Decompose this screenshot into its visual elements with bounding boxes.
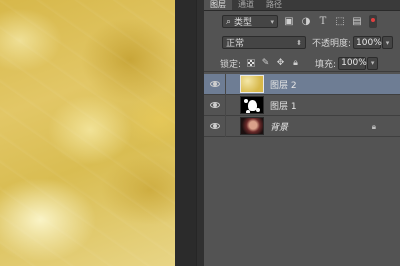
- lock-icon: 🔒︎: [371, 122, 376, 131]
- canvas-texture: [0, 0, 175, 266]
- chevron-down-icon: ▾: [370, 59, 375, 67]
- opacity-dropdown-button[interactable]: ▾: [382, 36, 394, 49]
- fill-input[interactable]: 100%: [338, 56, 367, 70]
- eye-icon: [209, 81, 220, 87]
- layers-panel: 图层 通道 路径 ⌕ 类型 ▾ ▣ ◑ T ⬚ ▤ 正常 ⬍ 不透明度: 100…: [204, 0, 400, 266]
- opacity-label: 不透明度:: [312, 39, 352, 49]
- panel-edge[interactable]: [196, 0, 204, 266]
- layer-filter-row: ⌕ 类型 ▾ ▣ ◑ T ⬚ ▤: [204, 13, 400, 30]
- fill-value: 100%: [341, 58, 367, 68]
- layer-row-1[interactable]: 图层 1: [204, 94, 400, 116]
- chevron-down-icon: ▾: [385, 38, 390, 47]
- layer-thumbnail: [240, 96, 264, 114]
- blend-row: 正常 ⬍ 不透明度: 100% ▾: [204, 34, 400, 51]
- lock-transparent-icon[interactable]: [245, 58, 256, 69]
- adjustment-icon[interactable]: ◑: [300, 16, 312, 27]
- tab-layers[interactable]: 图层: [204, 0, 232, 10]
- tab-channels[interactable]: 通道: [232, 0, 260, 10]
- fill-dropdown-button[interactable]: ▾: [367, 56, 379, 70]
- image-icon[interactable]: ▣: [283, 16, 295, 27]
- panel-divider: [175, 0, 204, 266]
- eye-icon: [209, 123, 220, 129]
- lock-position-icon[interactable]: ✥: [275, 58, 286, 69]
- layer-thumbnail: [240, 117, 264, 135]
- document-canvas[interactable]: [0, 0, 175, 266]
- eye-icon: [209, 102, 220, 108]
- layer-row-background[interactable]: 背景 🔒︎: [204, 115, 400, 137]
- lock-row: 锁定: ✎ ✥ 🔒︎ 填充: 100% ▾: [204, 55, 400, 72]
- lock-label: 锁定:: [220, 59, 242, 70]
- text-icon[interactable]: T: [317, 16, 329, 27]
- lock-all-icon[interactable]: 🔒︎: [290, 58, 301, 69]
- tab-paths[interactable]: 路径: [260, 0, 288, 10]
- chevron-updown-icon: ⬍: [296, 38, 302, 47]
- shape-icon[interactable]: ⬚: [334, 16, 346, 27]
- panel-tabs: 图层 通道 路径: [204, 0, 400, 11]
- visibility-toggle[interactable]: [204, 73, 226, 95]
- filter-type-value: 类型: [234, 18, 253, 28]
- blend-mode-value: 正常: [226, 39, 245, 49]
- smart-object-icon[interactable]: ▤: [351, 16, 363, 27]
- layer-thumbnail: [240, 75, 264, 93]
- chevron-down-icon: ▾: [270, 17, 274, 26]
- visibility-toggle[interactable]: [204, 94, 226, 116]
- blend-mode-select[interactable]: 正常 ⬍: [222, 36, 306, 49]
- filter-type-select[interactable]: ⌕ 类型 ▾: [222, 15, 278, 28]
- fill-label: 填充:: [315, 59, 337, 70]
- layer-name[interactable]: 图层 2: [270, 78, 297, 91]
- layer-list: 图层 2 图层 1 背景 🔒︎: [204, 73, 400, 137]
- checker-icon: [246, 59, 255, 67]
- opacity-input[interactable]: 100%: [353, 36, 382, 49]
- layer-name[interactable]: 背景: [270, 120, 288, 133]
- layer-name[interactable]: 图层 1: [270, 99, 297, 112]
- filter-toggle[interactable]: [369, 15, 377, 28]
- search-icon: ⌕: [226, 16, 232, 27]
- opacity-value: 100%: [356, 37, 382, 48]
- visibility-toggle[interactable]: [204, 115, 226, 137]
- layer-row-2[interactable]: 图层 2: [204, 73, 400, 95]
- lock-image-icon[interactable]: ✎: [260, 58, 271, 69]
